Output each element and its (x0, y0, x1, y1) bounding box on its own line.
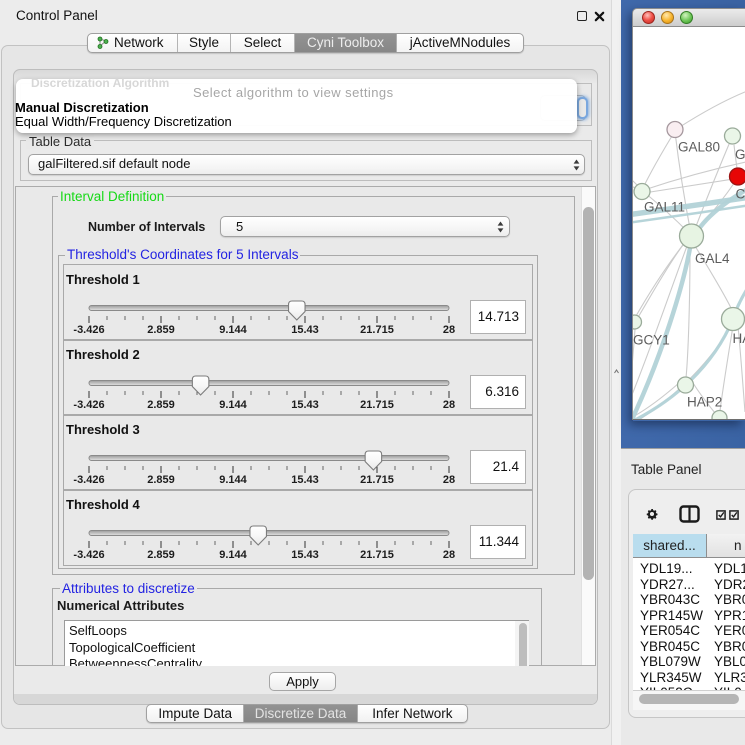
svg-text:HAP2: HAP2 (687, 395, 722, 410)
svg-text:2.859: 2.859 (147, 324, 175, 336)
svg-text:-3.426: -3.426 (73, 324, 104, 336)
svg-text:21.715: 21.715 (360, 324, 394, 336)
svg-text:9.144: 9.144 (219, 549, 247, 561)
svg-text:15.43: 15.43 (291, 324, 319, 336)
svg-text:28: 28 (443, 399, 455, 411)
svg-text:21.715: 21.715 (360, 549, 394, 561)
svg-text:9.144: 9.144 (219, 399, 247, 411)
svg-text:GAL4: GAL4 (695, 251, 730, 266)
svg-text:2.859: 2.859 (147, 474, 175, 486)
svg-text:2.859: 2.859 (147, 399, 175, 411)
svg-text:2.859: 2.859 (147, 549, 175, 561)
svg-text:CY: CY (736, 187, 745, 202)
svg-text:15.43: 15.43 (291, 474, 319, 486)
svg-text:21.715: 21.715 (360, 474, 394, 486)
svg-text:28: 28 (443, 474, 455, 486)
svg-text:9.144: 9.144 (219, 474, 247, 486)
svg-text:GAL11: GAL11 (644, 200, 685, 215)
svg-text:GCY1: GCY1 (633, 333, 670, 348)
svg-text:21.715: 21.715 (360, 399, 394, 411)
svg-text:-3.426: -3.426 (73, 549, 104, 561)
svg-text:-3.426: -3.426 (73, 474, 104, 486)
svg-text:9.144: 9.144 (219, 324, 247, 336)
svg-text:15.43: 15.43 (291, 549, 319, 561)
svg-text:15.43: 15.43 (291, 399, 319, 411)
svg-text:-3.426: -3.426 (73, 399, 104, 411)
svg-text:GAL80: GAL80 (678, 140, 720, 155)
svg-text:HA: HA (733, 331, 745, 346)
svg-text:GA: GA (735, 147, 745, 162)
svg-text:28: 28 (443, 324, 455, 336)
svg-text:28: 28 (443, 549, 455, 561)
